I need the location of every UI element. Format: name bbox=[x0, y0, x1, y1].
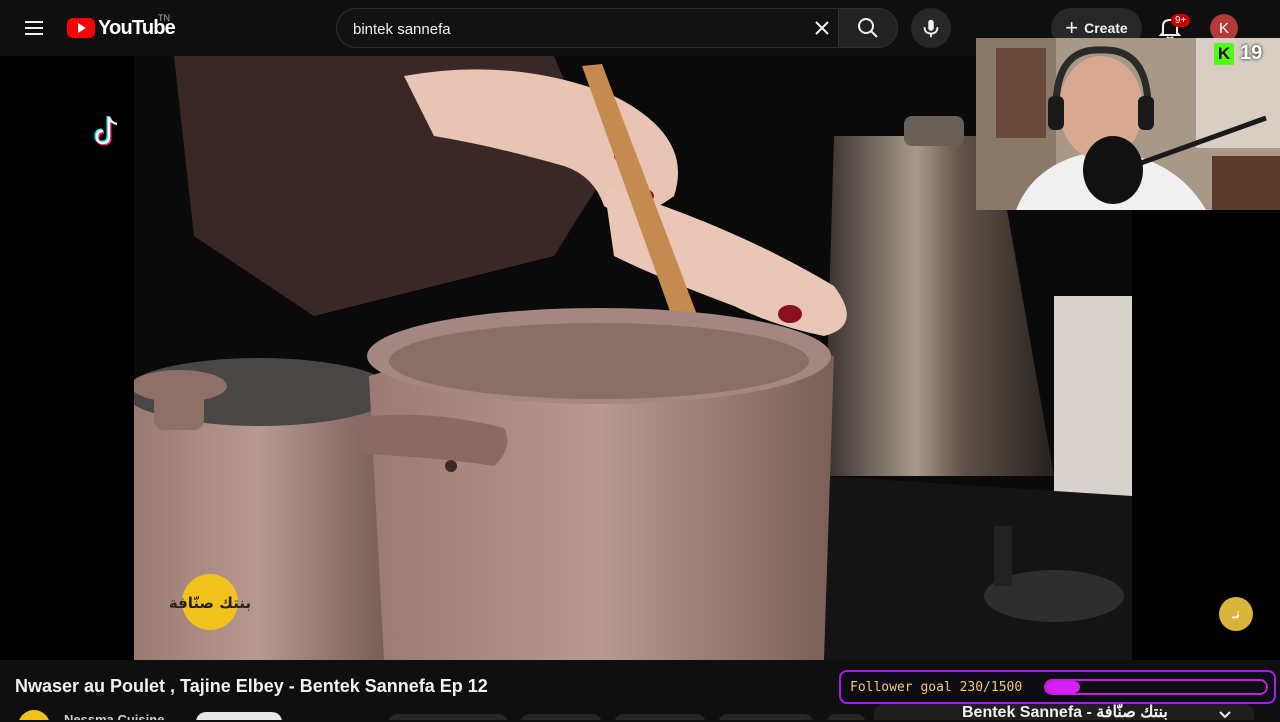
subscribe-button[interactable] bbox=[196, 712, 282, 720]
search-input[interactable] bbox=[351, 9, 795, 49]
follower-goal-progress-fill bbox=[1046, 681, 1080, 693]
country-code: TN bbox=[158, 13, 170, 23]
chevron-down-icon[interactable] bbox=[1218, 710, 1232, 720]
hamburger-menu-icon[interactable] bbox=[16, 10, 52, 46]
channel-avatar[interactable] bbox=[18, 710, 50, 720]
microphone-icon bbox=[923, 19, 939, 38]
kick-viewer-badge: K 19 bbox=[1214, 42, 1262, 65]
search-box bbox=[336, 8, 838, 49]
clip-button[interactable] bbox=[718, 714, 814, 720]
clear-search-icon[interactable] bbox=[808, 14, 836, 42]
channel-row: Nessma Cuisine bbox=[0, 704, 880, 720]
playlist-panel-header[interactable]: Bentek Sannefa - بنتك صنّافة bbox=[874, 704, 1254, 721]
video-title: Nwaser au Poulet , Tajine Elbey - Bentek… bbox=[15, 676, 488, 696]
save-button[interactable] bbox=[614, 714, 706, 720]
tiktok-icon bbox=[94, 116, 118, 146]
follower-goal-label: Follower goal 230/1500 bbox=[850, 680, 1023, 695]
kick-icon: K bbox=[1214, 42, 1234, 65]
create-label: Create bbox=[1084, 20, 1128, 36]
plus-icon: + bbox=[1065, 15, 1079, 40]
voice-search-button[interactable] bbox=[911, 8, 951, 48]
like-dislike-button[interactable] bbox=[388, 714, 508, 720]
show-logo-text: بنتك صنّافة bbox=[169, 594, 251, 612]
notification-badge: 9+ bbox=[1171, 14, 1191, 27]
search-button[interactable] bbox=[838, 8, 898, 48]
channel-watermark[interactable]: نـ bbox=[1219, 597, 1253, 631]
follower-goal-progress-bar bbox=[1044, 679, 1268, 695]
kick-viewer-count: 19 bbox=[1240, 42, 1263, 64]
more-actions-button[interactable] bbox=[826, 714, 866, 720]
share-button[interactable] bbox=[520, 714, 602, 720]
search-icon bbox=[858, 18, 878, 38]
playlist-title: Bentek Sannefa - بنتك صنّافة bbox=[962, 704, 1168, 721]
channel-name[interactable]: Nessma Cuisine bbox=[64, 712, 164, 720]
follower-goal-widget: Follower goal 230/1500 bbox=[839, 670, 1276, 704]
youtube-play-icon bbox=[67, 18, 95, 38]
